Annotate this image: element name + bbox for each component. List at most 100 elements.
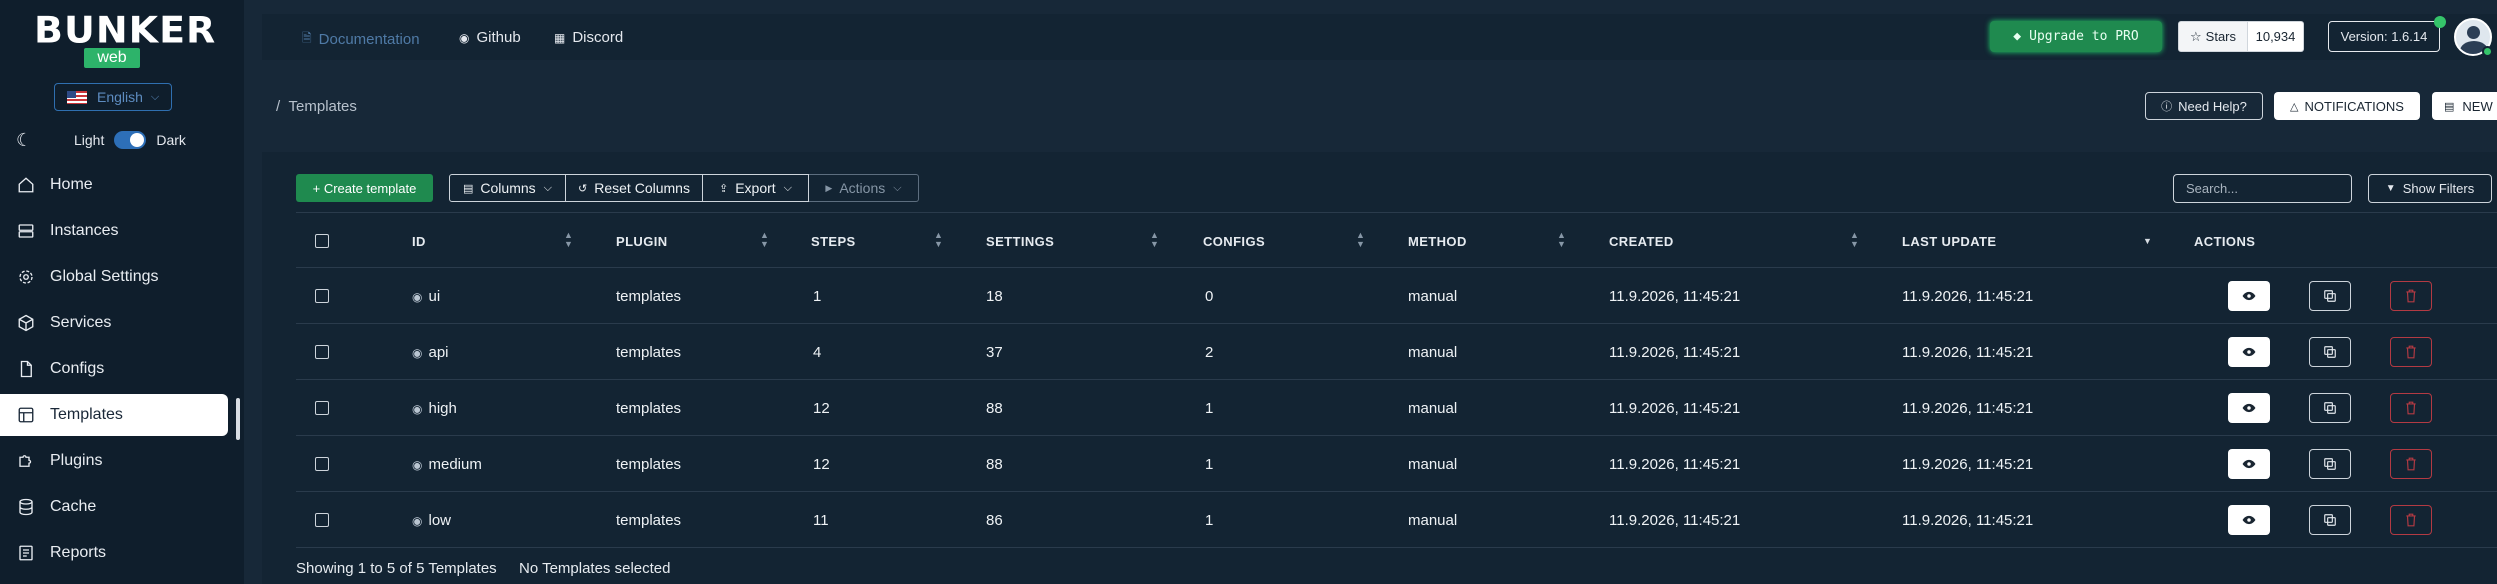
sort-icon[interactable]: ▲ ▼ bbox=[760, 231, 769, 249]
delete-button[interactable] bbox=[2390, 393, 2432, 423]
template-id: medium bbox=[428, 456, 482, 473]
puzzle-icon bbox=[16, 451, 36, 471]
sort-desc-icon[interactable]: ▼ bbox=[2143, 237, 2152, 246]
delete-button[interactable] bbox=[2390, 337, 2432, 367]
trash-icon bbox=[2406, 345, 2416, 359]
row-checkbox[interactable] bbox=[315, 289, 329, 303]
column-header-last-update[interactable]: LAST UPDATE bbox=[1902, 234, 1996, 249]
sidebar-item-reports[interactable]: Reports bbox=[0, 532, 228, 574]
sort-icon[interactable]: ▲ ▼ bbox=[1356, 231, 1365, 249]
view-button[interactable] bbox=[2228, 337, 2270, 367]
sort-icon[interactable]: ▲ ▼ bbox=[1557, 231, 1566, 249]
search-input[interactable]: Search... bbox=[2173, 174, 2352, 203]
discord-label: Discord bbox=[572, 29, 624, 46]
cell-method: manual bbox=[1408, 400, 1458, 417]
stars-count[interactable]: 10,934 bbox=[2248, 21, 2304, 52]
table-row[interactable]: ◉ api templates 4 37 2 manual 11.9.2026, 11:45:… bbox=[296, 324, 2497, 380]
row-checkbox[interactable] bbox=[315, 401, 329, 415]
language-label: English bbox=[97, 89, 143, 105]
reset-icon: ↺ bbox=[578, 182, 588, 195]
column-header-steps[interactable]: STEPS bbox=[811, 234, 856, 249]
need-help-button[interactable]: ⓘ Need Help? bbox=[2145, 92, 2263, 120]
bunkerweb-logo[interactable]: BUNKER web bbox=[34, 12, 215, 68]
sort-icon[interactable]: ▲ ▼ bbox=[1150, 231, 1159, 249]
upgrade-pro-button[interactable]: ◆ Upgrade to PRO bbox=[1990, 21, 2162, 52]
cell-id[interactable]: ◉ ui bbox=[412, 288, 440, 305]
cell-configs: 1 bbox=[1205, 512, 1214, 529]
column-header-settings[interactable]: SETTINGS bbox=[986, 234, 1054, 249]
sidebar-item-home[interactable]: Home bbox=[0, 164, 228, 206]
breadcrumb: / Templates bbox=[276, 98, 357, 115]
row-checkbox[interactable] bbox=[315, 513, 329, 527]
view-button[interactable] bbox=[2228, 505, 2270, 535]
delete-button[interactable] bbox=[2390, 505, 2432, 535]
sidebar-nav: Home Instances Global Settings Services … bbox=[0, 164, 244, 578]
view-button[interactable] bbox=[2228, 449, 2270, 479]
reset-columns-button[interactable]: ↺ Reset Columns bbox=[566, 174, 703, 202]
column-header-plugin[interactable]: PLUGIN bbox=[616, 234, 668, 249]
table-row[interactable]: ◉ low templates 11 86 1 manual 11.9.2026, 11:45… bbox=[296, 492, 2497, 548]
theme-light-label: Light bbox=[74, 132, 105, 148]
column-header-configs[interactable]: CONFIGS bbox=[1203, 234, 1265, 249]
sidebar-scrollbar[interactable] bbox=[236, 398, 240, 440]
view-button[interactable] bbox=[2228, 281, 2270, 311]
sidebar-item-label: Templates bbox=[50, 406, 123, 423]
theme-toggle[interactable] bbox=[114, 131, 147, 149]
columns-button[interactable]: ▤ Columns ⌵ bbox=[449, 174, 566, 202]
cell-id[interactable]: ◉ medium bbox=[412, 456, 482, 473]
column-header-method[interactable]: METHOD bbox=[1408, 234, 1467, 249]
table-row[interactable]: ◉ ui templates 1 18 0 manual 11.9.2026, 11:45:2… bbox=[296, 268, 2497, 324]
cell-id[interactable]: ◉ api bbox=[412, 344, 449, 361]
sort-icon[interactable]: ▲ ▼ bbox=[564, 231, 573, 249]
sidebar-item-label: Reports bbox=[50, 544, 107, 561]
sort-icon[interactable]: ▲ ▼ bbox=[934, 231, 943, 249]
row-checkbox[interactable] bbox=[315, 345, 329, 359]
sidebar-item-plugins[interactable]: Plugins bbox=[0, 440, 228, 482]
documentation-link[interactable]: 🗎 Documentation bbox=[302, 29, 420, 50]
show-filters-button[interactable]: ▼ Show Filters bbox=[2368, 174, 2492, 203]
news-button[interactable]: ▤ NEW bbox=[2432, 92, 2497, 120]
github-link[interactable]: ◉ Github bbox=[459, 29, 521, 46]
sidebar-item-configs[interactable]: Configs bbox=[0, 348, 228, 390]
discord-link[interactable]: ▦ Discord bbox=[554, 29, 623, 46]
select-all-checkbox[interactable] bbox=[315, 234, 329, 248]
need-help-label: Need Help? bbox=[2178, 98, 2247, 114]
column-header-created[interactable]: CREATED bbox=[1609, 234, 1674, 249]
delete-button[interactable] bbox=[2390, 281, 2432, 311]
cell-plugin: templates bbox=[616, 512, 682, 529]
cell-steps: 12 bbox=[813, 456, 830, 473]
sidebar-item-templates[interactable]: Templates bbox=[0, 394, 228, 436]
database-icon bbox=[16, 497, 36, 517]
clone-button[interactable] bbox=[2309, 449, 2351, 479]
clone-button[interactable] bbox=[2309, 393, 2351, 423]
reset-columns-label: Reset Columns bbox=[594, 180, 690, 196]
version-button[interactable]: Version: 1.6.14 bbox=[2328, 21, 2440, 52]
sort-icon[interactable]: ▲ ▼ bbox=[1850, 231, 1859, 249]
table-row[interactable]: ◉ medium templates 12 88 1 manual 11.9.2026, 11… bbox=[296, 436, 2497, 492]
sidebar-item-global-settings[interactable]: Global Settings bbox=[0, 256, 228, 298]
cell-id[interactable]: ◉ low bbox=[412, 512, 451, 529]
sidebar-item-cache[interactable]: Cache bbox=[0, 486, 228, 528]
cell-settings: 37 bbox=[986, 344, 1003, 361]
bell-icon: △ bbox=[2290, 100, 2299, 113]
export-button[interactable]: ⇪ Export ⌵ bbox=[703, 174, 809, 202]
delete-button[interactable] bbox=[2390, 449, 2432, 479]
create-template-button[interactable]: + Create template bbox=[296, 174, 433, 202]
clone-button[interactable] bbox=[2309, 281, 2351, 311]
clone-button[interactable] bbox=[2309, 337, 2351, 367]
sidebar-item-label: Plugins bbox=[50, 452, 103, 469]
notifications-button[interactable]: △ NOTIFICATIONS bbox=[2274, 92, 2420, 120]
sidebar-item-services[interactable]: Services bbox=[0, 302, 228, 344]
actions-button[interactable]: ▶ Actions ⌵ bbox=[809, 174, 919, 202]
view-button[interactable] bbox=[2228, 393, 2270, 423]
language-select[interactable]: English ⌵ bbox=[54, 83, 172, 111]
eye-icon: ◉ bbox=[412, 458, 423, 472]
cell-id[interactable]: ◉ high bbox=[412, 400, 457, 417]
column-header-id[interactable]: ID bbox=[412, 234, 426, 249]
sidebar-item-instances[interactable]: Instances bbox=[0, 210, 228, 252]
row-checkbox[interactable] bbox=[315, 457, 329, 471]
cell-method: manual bbox=[1408, 288, 1458, 305]
clone-button[interactable] bbox=[2309, 505, 2351, 535]
table-row[interactable]: ◉ high templates 12 88 1 manual 11.9.2026, 11:4… bbox=[296, 380, 2497, 436]
stars-button[interactable]: ☆ Stars bbox=[2178, 21, 2248, 52]
